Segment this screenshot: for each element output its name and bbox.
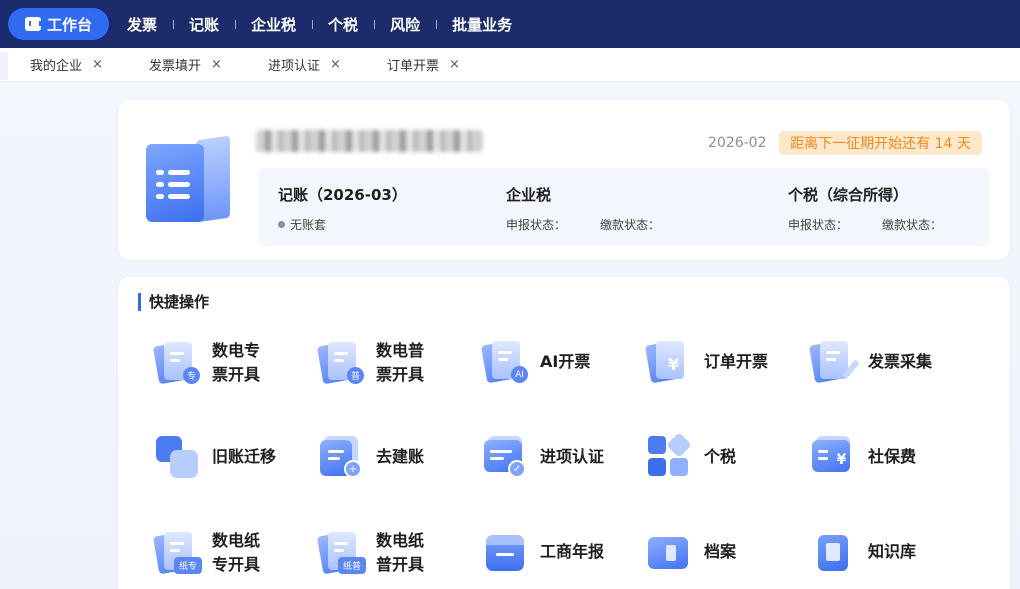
personal-tax-icon (646, 432, 692, 480)
action-invoice-collect[interactable]: 发票采集 (808, 339, 933, 385)
action-label: 数电纸 (212, 531, 261, 550)
calendar-report-icon (482, 529, 528, 575)
action-label: 票开具 (376, 365, 425, 384)
invoice-collect-icon (808, 339, 860, 385)
create-account-icon: + (318, 434, 364, 480)
action-annual-report[interactable]: 工商年报 (482, 529, 604, 575)
tab-my-company[interactable]: 我的企业 × (10, 48, 129, 82)
close-icon[interactable]: × (330, 57, 341, 72)
bookkeeping-status-text: 无账套 (290, 218, 327, 232)
action-label: 旧账迁移 (212, 447, 277, 466)
action-label: 票开具 (212, 365, 261, 384)
archive-folder-icon (646, 529, 692, 575)
action-label: 数电普 (376, 341, 425, 360)
status-dot-icon (278, 221, 285, 228)
tab-label: 我的企业 (30, 59, 83, 74)
quick-actions-card: 快捷操作 专 数电专票开具 普 数电普票开具 AI AI开票 ¥ 订单开票 (118, 277, 1010, 589)
action-personal-tax[interactable]: 个税 (646, 432, 737, 480)
action-digital-special-invoice[interactable]: 专 数电专票开具 (152, 339, 261, 387)
input-certification-icon: ✓ (482, 434, 528, 480)
personal-tax-declare-label: 申报状态： (788, 218, 849, 232)
company-name-redacted (256, 130, 482, 152)
personal-tax-payment-label: 缴款状态： (882, 218, 943, 232)
action-label: 知识库 (868, 542, 917, 561)
workbench-label: 工作台 (46, 15, 92, 34)
bookkeeping-title[interactable]: 记账（2026-03） (278, 184, 407, 205)
close-icon[interactable]: × (92, 57, 103, 72)
nav-item-risk[interactable]: 风险 (374, 14, 436, 35)
ai-invoice-icon: AI (480, 339, 528, 385)
action-label: 去建账 (376, 447, 425, 466)
nav-item-invoice[interactable]: 发票 (111, 14, 173, 35)
old-account-migrate-icon (154, 434, 200, 480)
action-label: 发票采集 (868, 352, 933, 371)
paper-special-invoice-icon: 纸专 (152, 530, 202, 576)
order-invoice-icon: ¥ (644, 339, 692, 385)
action-label: 个税 (704, 447, 737, 466)
company-overview-card: 2026-02 距离下一征期开始还有 14 天 记账（2026-03） 无账套 … (118, 100, 1010, 260)
social-security-icon: ¥ (810, 434, 856, 480)
action-knowledge-base[interactable]: 知识库 (810, 529, 916, 575)
workbench-button[interactable]: 工作台 (8, 8, 109, 40)
action-label: 普开具 (376, 555, 425, 574)
nav-item-corporate-tax[interactable]: 企业税 (235, 14, 312, 35)
company-building-icon (146, 135, 232, 223)
action-old-account-migrate[interactable]: 旧账迁移 (154, 434, 276, 480)
nav-item-bookkeeping[interactable]: 记账 (173, 14, 235, 35)
tab-bar: 我的企业 × 发票填开 × 进项认证 × 订单开票 × (0, 48, 1020, 82)
action-input-certification[interactable]: ✓ 进项认证 (482, 434, 604, 480)
paper-general-invoice-icon: 纸普 (316, 530, 366, 576)
action-label: 工商年报 (540, 542, 605, 561)
action-label: 数电专 (212, 341, 261, 360)
corporate-tax-declare-label: 申报状态： (506, 218, 567, 232)
tab-input-certification[interactable]: 进项认证 × (248, 48, 367, 82)
current-period: 2026-02 (708, 135, 767, 151)
nav-item-personal-tax[interactable]: 个税 (312, 14, 374, 35)
action-paper-special-invoice[interactable]: 纸专 数电纸专开具 (152, 529, 261, 577)
tab-label: 订单开票 (387, 59, 440, 74)
tax-status-panel: 记账（2026-03） 无账套 企业税 申报状态： 缴款状态： 个税（综合所得）… (258, 168, 990, 246)
corporate-tax-title[interactable]: 企业税 (506, 184, 551, 205)
action-ai-invoice[interactable]: AI AI开票 (480, 339, 591, 385)
quick-actions-title: 快捷操作 (138, 293, 209, 311)
action-label: 进项认证 (540, 447, 605, 466)
action-paper-general-invoice[interactable]: 纸普 数电纸普开具 (316, 529, 425, 577)
nav-item-batch-business[interactable]: 批量业务 (436, 14, 528, 35)
digital-special-invoice-icon: 专 (152, 340, 200, 386)
action-label: 档案 (704, 542, 737, 561)
action-create-account[interactable]: + 去建账 (318, 434, 424, 480)
next-period-notice: 距离下一征期开始还有 14 天 (779, 131, 982, 155)
action-label: 专开具 (212, 555, 261, 574)
main-menu: 发票 记账 企业税 个税 风险 批量业务 (111, 14, 528, 35)
tab-invoice-issue[interactable]: 发票填开 × (129, 48, 248, 82)
action-label: AI开票 (540, 352, 591, 371)
close-icon[interactable]: × (449, 57, 460, 72)
tab-order-invoice[interactable]: 订单开票 × (367, 48, 486, 82)
knowledge-book-icon (810, 529, 856, 575)
action-archive[interactable]: 档案 (646, 529, 736, 575)
action-label: 数电纸 (376, 531, 425, 550)
tab-label: 发票填开 (149, 59, 202, 74)
tab-label: 进项认证 (268, 59, 321, 74)
action-order-invoice[interactable]: ¥ 订单开票 (644, 339, 769, 385)
digital-general-invoice-icon: 普 (316, 340, 364, 386)
bookkeeping-status: 无账套 (278, 216, 326, 233)
action-label: 社保费 (868, 447, 917, 466)
personal-tax-title[interactable]: 个税（综合所得） (788, 184, 908, 205)
action-social-security[interactable]: ¥ 社保费 (810, 434, 916, 480)
action-digital-general-invoice[interactable]: 普 数电普票开具 (316, 339, 425, 387)
top-navigation-bar: 工作台 发票 记账 企业税 个税 风险 批量业务 (0, 0, 1020, 48)
action-label: 订单开票 (704, 352, 769, 371)
workbench-icon (24, 17, 41, 31)
corporate-tax-payment-label: 缴款状态： (600, 218, 661, 232)
close-icon[interactable]: × (211, 57, 222, 72)
